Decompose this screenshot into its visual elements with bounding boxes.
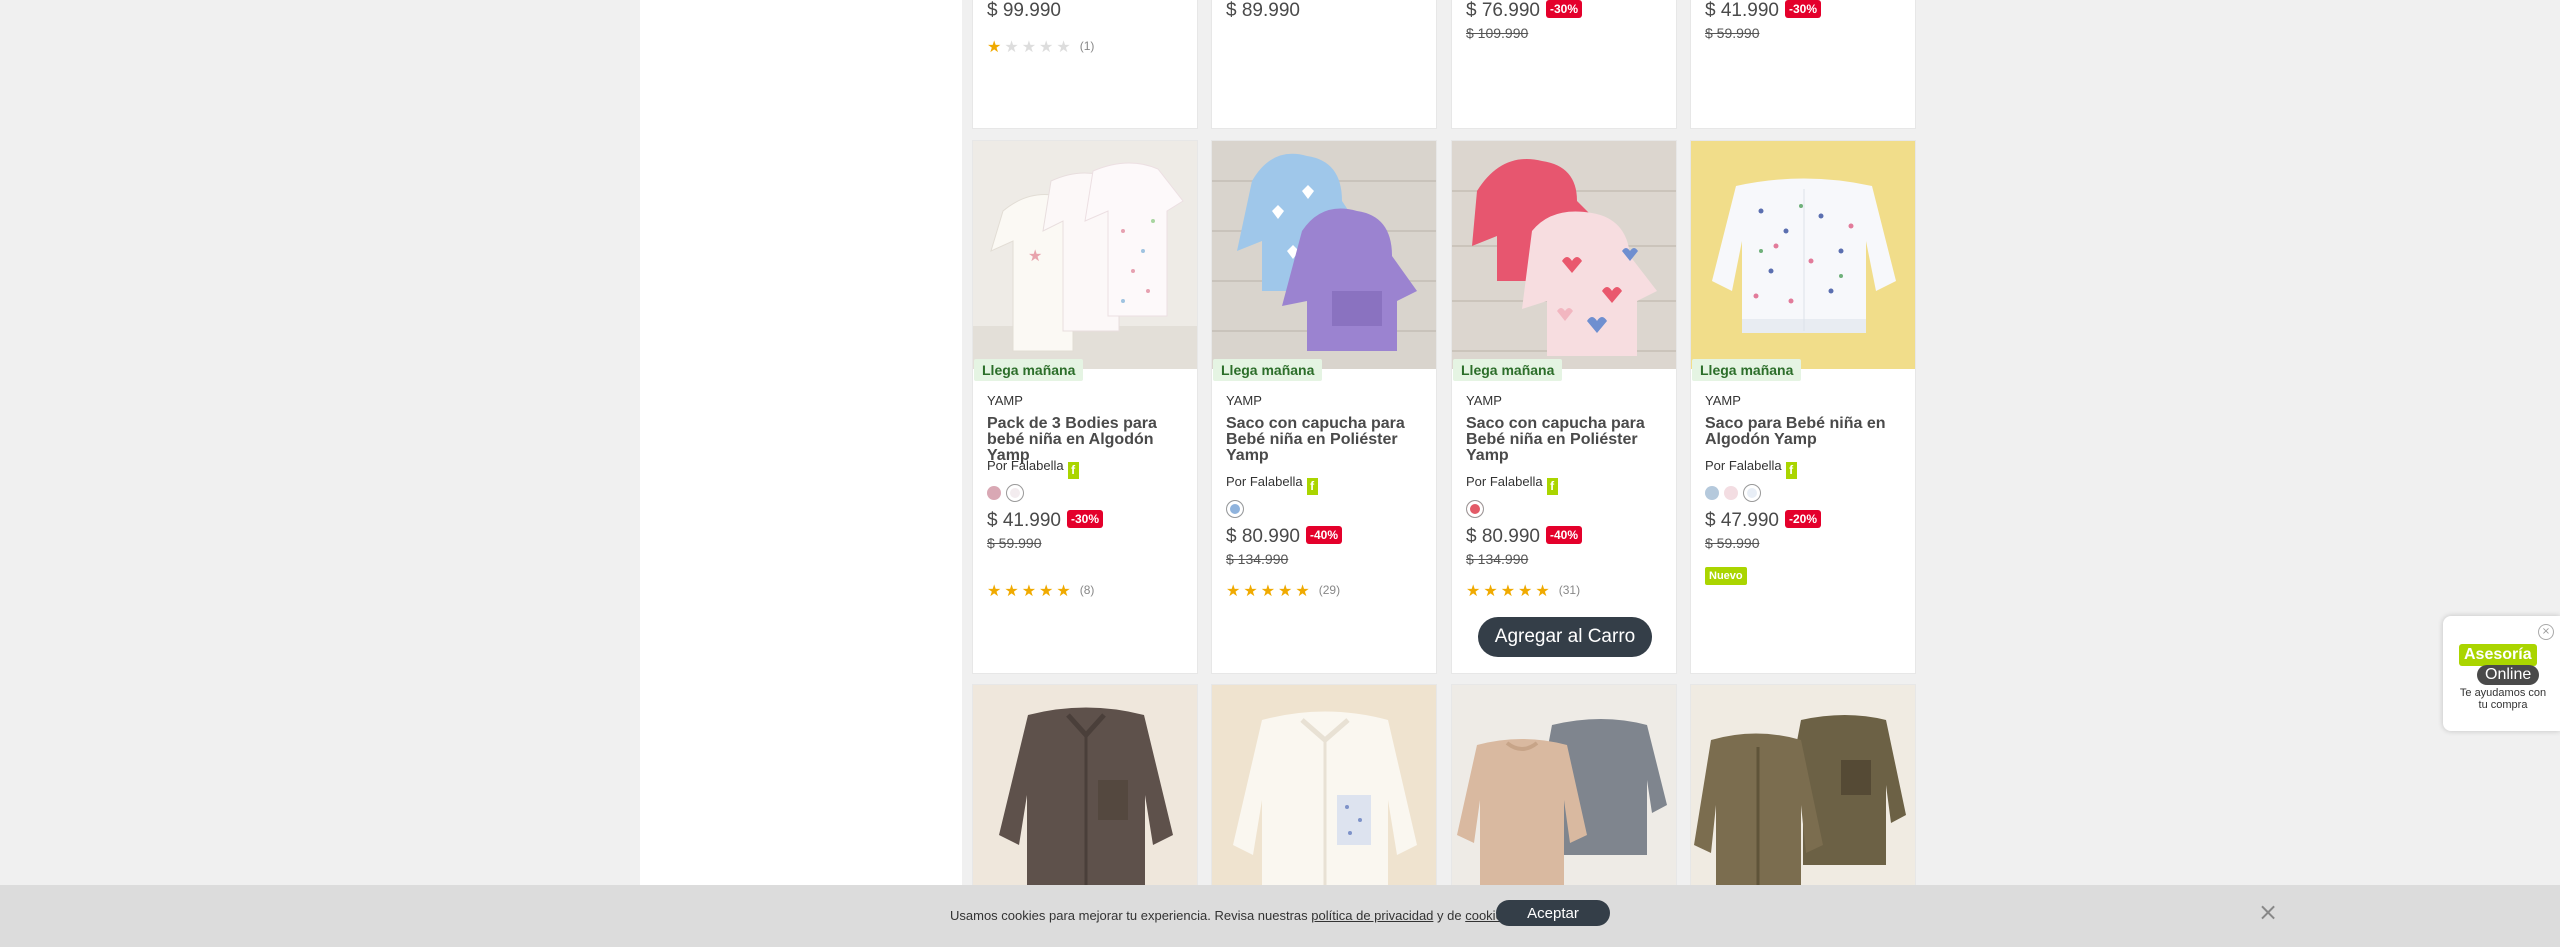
falabella-seller-icon: f [1546,478,1558,495]
discount-badge: -40% [1545,526,1582,544]
help-title: Asesoría [2459,644,2537,666]
product-seller: Por Falabella f [1705,458,1797,479]
product-grid: $ 99.990 ★★★★★ (1) $ 89.990 $ 76.990 -30% … [972,0,1920,947]
old-price: $ 59.990 [1705,25,1760,41]
product-card[interactable]: $ 76.990 -30% $ 109.990 [1451,0,1677,129]
color-swatches [987,484,1029,504]
cookie-text: Usamos cookies para mejorar tu experienc… [950,908,1513,923]
product-rating: ★★★★★ (29) [1226,583,1341,600]
product-rating: ★★★★★ (8) [987,583,1095,600]
falabella-seller-icon: f [1306,478,1318,495]
product-brand: YAMP [1466,393,1502,408]
product-image[interactable] [1691,141,1915,369]
product-price: $ 76.990 -30% [1466,0,1582,22]
close-icon[interactable]: × [2258,898,2278,926]
product-card[interactable]: Llega mañana YAMP Saco con capucha para … [1451,140,1677,674]
color-swatches [1226,500,1249,520]
rating-count: (29) [1318,583,1341,597]
product-title[interactable]: Saco con capucha para Bebé niña en Polié… [1466,416,1666,464]
old-price: $ 134.990 [1466,551,1529,567]
privacy-policy-link[interactable]: política de privacidad [1311,908,1433,923]
old-price: $ 134.990 [1226,551,1289,567]
shipping-badge: Llega mañana [974,359,1084,381]
product-image[interactable] [1452,141,1676,369]
product-card[interactable]: Llega mañana YAMP Saco con capucha para … [1211,140,1437,674]
new-badge: Nuevo [1705,567,1747,585]
product-image[interactable]: ★ [973,141,1197,369]
product-price: $ 47.990 -20% [1705,510,1821,532]
color-swatch-selected[interactable] [1006,484,1024,502]
product-price: $ 99.990 [987,0,1061,21]
product-card[interactable]: $ 41.990 -30% $ 59.990 [1690,0,1916,129]
old-price: $ 59.990 [987,535,1042,551]
product-price: $ 89.990 [1226,0,1300,21]
shipping-badge: Llega mañana [1213,359,1323,381]
product-seller: Por Falabella f [1466,474,1558,495]
product-seller: Por Falabella f [987,458,1079,479]
product-title[interactable]: Saco con capucha para Bebé niña en Polié… [1226,416,1426,464]
falabella-seller-icon: f [1067,462,1079,479]
help-text: Te ayudamos con tu compra [2459,687,2547,711]
product-image[interactable] [1212,685,1436,913]
color-swatch-selected[interactable] [1466,500,1484,518]
discount-badge: -20% [1784,510,1821,528]
product-seller: Por Falabella f [1226,474,1318,495]
shipping-badge: Llega mañana [1692,359,1802,381]
old-price: $ 59.990 [1705,535,1760,551]
color-swatches [1705,484,1766,504]
product-brand: YAMP [1226,393,1262,408]
product-rating: ★★★★★ (1) [987,39,1095,56]
product-price: $ 41.990 -30% [987,510,1103,532]
product-card[interactable]: $ 89.990 [1211,0,1437,129]
shipping-badge: Llega mañana [1453,359,1563,381]
rating-count: (31) [1558,583,1581,597]
discount-badge: -40% [1305,526,1342,544]
color-swatches [1466,500,1489,520]
product-price: $ 80.990 -40% [1466,526,1582,548]
product-brand: YAMP [1705,393,1741,408]
color-swatch-selected[interactable] [1226,500,1244,518]
color-swatch[interactable] [1724,486,1738,500]
product-image[interactable] [973,685,1197,913]
old-price: $ 109.990 [1466,25,1529,41]
add-to-cart-button[interactable]: Agregar al Carro [1478,617,1652,657]
product-image[interactable] [1691,685,1915,913]
product-card[interactable]: $ 99.990 ★★★★★ (1) [972,0,1198,129]
product-price: $ 41.990 -30% [1705,0,1821,22]
product-rating: ★★★★★ (31) [1466,583,1581,600]
product-title[interactable]: Saco para Bebé niña en Algodón Yamp [1705,416,1905,448]
falabella-seller-icon: f [1785,462,1797,479]
product-brand: YAMP [987,393,1023,408]
close-icon[interactable]: × [2538,624,2554,640]
product-price: $ 80.990 -40% [1226,526,1342,548]
product-card[interactable]: ★ Llega mañana YAMP Pack de 3 Bodies par… [972,140,1198,674]
color-swatch-selected[interactable] [1743,484,1761,502]
product-image[interactable] [1452,685,1676,913]
accept-cookies-button[interactable]: Aceptar [1496,900,1610,926]
product-title[interactable]: Pack de 3 Bodies para bebé niña en Algod… [987,416,1187,464]
rating-count: (8) [1079,583,1095,597]
filter-sidebar [640,0,962,947]
cookie-banner: Usamos cookies para mejorar tu experienc… [0,885,2560,947]
color-swatch[interactable] [1705,486,1719,500]
rating-count: (1) [1079,39,1095,53]
product-image[interactable] [1212,141,1436,369]
online-help-widget[interactable]: × Asesoría Online Te ayudamos con tu com… [2443,616,2560,731]
help-subtitle: Online [2477,665,2540,685]
svg-text:★: ★ [1028,248,1042,265]
product-card[interactable]: Llega mañana YAMP Saco para Bebé niña en… [1690,140,1916,674]
color-swatch[interactable] [987,486,1001,500]
discount-badge: -30% [1545,0,1582,18]
discount-badge: -30% [1066,510,1103,528]
discount-badge: -30% [1784,0,1821,18]
